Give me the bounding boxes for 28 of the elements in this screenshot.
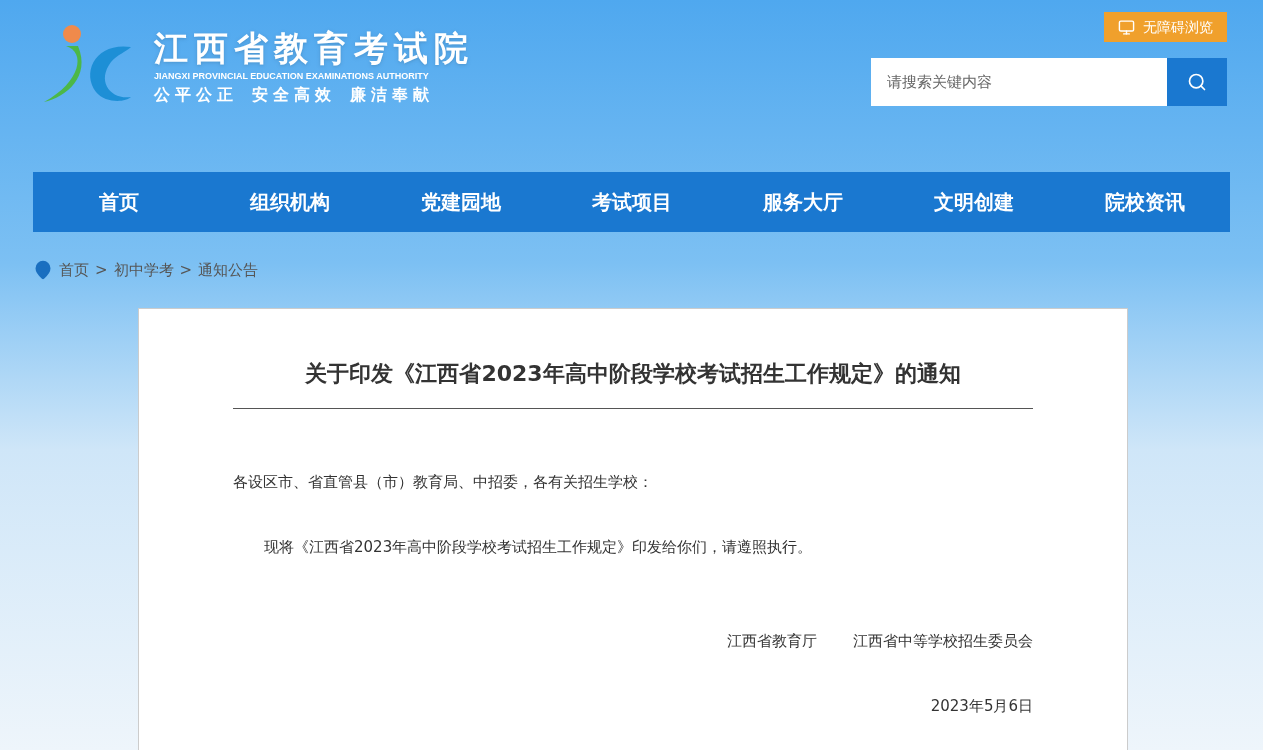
breadcrumb-link[interactable]: 首页 [59, 258, 89, 282]
logo-motto: 安全高效 [252, 84, 336, 106]
nav-link[interactable]: 首页 [33, 172, 204, 232]
breadcrumb-link[interactable]: 初中学考 [113, 258, 174, 282]
article-body: 现将《江西省2023年高中阶段学校考试招生工作规定》印发给你们，请遵照执行。 [263, 536, 814, 558]
logo-subtitle: JIANGXI PROVINCIAL EDUCATION EXAMINATIONS AUTHORITY [154, 70, 430, 82]
logo-title: 江西省教育考试院 [154, 28, 474, 68]
nav-link[interactable]: 文明创建 [888, 172, 1059, 232]
nav-link[interactable]: 考试项目 [546, 172, 717, 232]
nav-link[interactable]: 服务大厅 [717, 172, 888, 232]
search-button[interactable] [1167, 58, 1227, 106]
logo-motto: 廉洁奉献 [350, 84, 434, 106]
nav-link[interactable]: 院校资讯 [1059, 172, 1230, 232]
monitor-icon [1118, 18, 1135, 36]
search-icon [1187, 72, 1207, 92]
breadcrumb-separator: > [179, 259, 193, 281]
location-pin-icon [33, 260, 53, 280]
breadcrumb-separator: > [95, 259, 108, 281]
article-salutation: 各设区市、省直管县（市）教育局、中招委，各有关招生学校： [233, 472, 654, 493]
search-field[interactable]: 请搜索关键内容 [871, 58, 1167, 106]
nav-link[interactable]: 组织机构 [204, 172, 375, 232]
breadcrumb-link[interactable]: 通知公告 [198, 258, 259, 282]
article-date: 2023年5月6日 [930, 695, 1033, 717]
signatory: 江西省中等学校招生委员会 [853, 631, 1033, 652]
signatory: 江西省教育厅 [727, 631, 817, 652]
logo-motto: 公平公正 [154, 84, 238, 106]
nav-link[interactable]: 党建园地 [375, 172, 546, 232]
article-title: 关于印发《江西省2023年高中阶段学校考试招生工作规定》的通知 [233, 357, 1033, 409]
